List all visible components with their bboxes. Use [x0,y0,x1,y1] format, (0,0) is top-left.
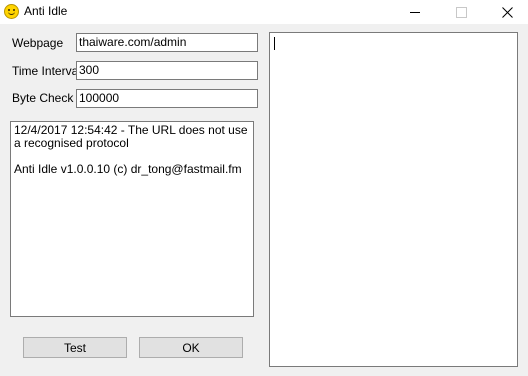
webpage-input[interactable]: thaiware.com/admin [76,33,258,52]
text-caret [274,37,275,50]
time-interval-label: Time Interval [12,64,81,78]
byte-check-label: Byte Check [12,91,74,105]
ok-button[interactable]: OK [139,337,243,358]
anti-idle-window: Anti Idle Webpage thaiware.com/admin Tim… [0,0,528,376]
log-output[interactable]: 12/4/2017 12:54:42 - The URL does not us… [10,121,254,317]
byte-check-input[interactable]: 100000 [76,89,258,108]
log-line: Anti Idle v1.0.0.10 (c) dr_tong@fastmail… [14,162,242,176]
close-button[interactable] [484,0,528,24]
maximize-button[interactable] [438,0,484,24]
minimize-button[interactable] [392,0,438,24]
test-button[interactable]: Test [23,337,127,358]
log-line: 12/4/2017 12:54:42 - The URL does not us… [14,123,248,150]
window-title: Anti Idle [24,4,68,18]
minimize-icon [410,11,420,13]
smiley-icon [4,4,19,19]
close-icon [501,6,513,18]
time-interval-input[interactable]: 300 [76,61,258,80]
webpage-label: Webpage [12,36,64,50]
response-text-area[interactable] [269,32,518,367]
title-bar[interactable]: Anti Idle [0,0,528,24]
maximize-icon [455,6,467,18]
